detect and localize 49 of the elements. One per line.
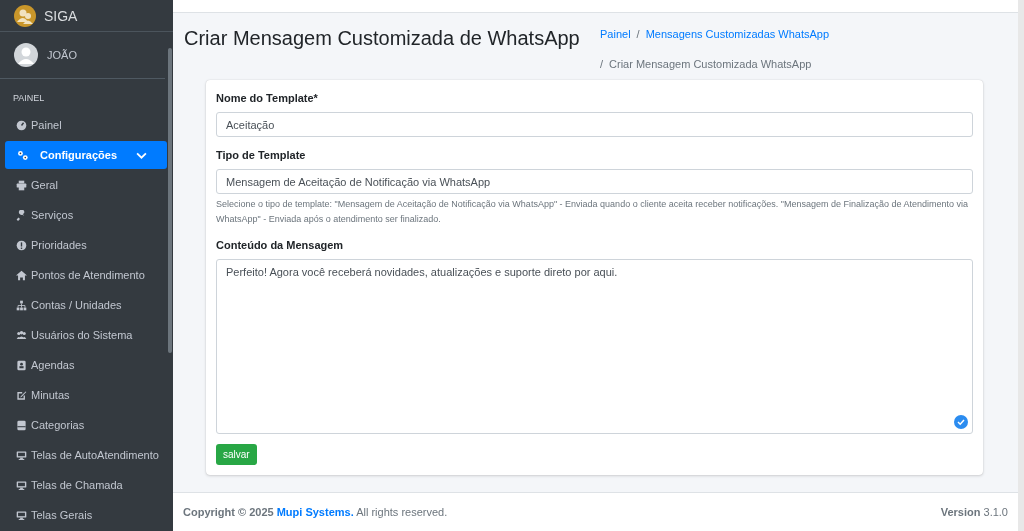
- help-text: Selecione o tipo de template: "Mensagem de Aceitação de Notificação via WhatsApp" - Enviada quando o cliente aceita receber notificações. "Mensagem de Finalização de Atendimento via WhatsApp" - Enviada após o atendimento ser finalizado.: [216, 198, 970, 226]
- exclamation-icon: [16, 239, 27, 251]
- breadcrumb-separator: /: [600, 56, 604, 72]
- sidebar-item[interactable]: Pontos de Atendimento: [5, 261, 167, 289]
- edit-icon: [16, 389, 27, 401]
- sidebar-heading: PAINEL: [12, 92, 46, 105]
- copyright-text: Copyright © 2025 Mupi Systems. All rights reserved.: [183, 506, 448, 518]
- sidebar-item[interactable]: Telas de AutoAtendimento: [5, 441, 167, 469]
- sidebar-item[interactable]: Contas / Unidades: [5, 291, 167, 319]
- message-textarea[interactable]: Perfeito! Agora você receberá novidades, atualizações e suporte direto por aqui.: [216, 259, 973, 434]
- address-book-icon: [16, 359, 27, 371]
- sidebar-item[interactable]: Agendas: [5, 351, 167, 379]
- gears-icon: [17, 149, 28, 161]
- check-icon[interactable]: [954, 415, 968, 429]
- field-label: Tipo de Template: [216, 149, 307, 161]
- dashboard-icon: [16, 119, 27, 131]
- brand-name[interactable]: SIGA: [44, 7, 78, 24]
- breadcrumb-link[interactable]: Painel: [600, 27, 631, 51]
- house-icon: [16, 269, 27, 281]
- sidebar-item[interactable]: Prioridades: [5, 231, 167, 259]
- hierarchy-icon: [16, 299, 27, 311]
- user-name[interactable]: JOÃO: [47, 49, 77, 61]
- printer-icon: [16, 179, 27, 191]
- sidebar-item[interactable]: Painel: [5, 111, 167, 139]
- monitor-icon: [16, 479, 27, 491]
- sidebar-item[interactable]: Serviços: [5, 201, 167, 229]
- logo-icon: [14, 4, 36, 27]
- avatar-icon: [14, 43, 38, 67]
- company-link[interactable]: Mupi Systems.: [276, 506, 354, 518]
- input-field[interactable]: Aceitação: [216, 112, 973, 137]
- sidebar-item[interactable]: Usuários do Sistema: [5, 321, 167, 349]
- breadcrumb-link[interactable]: Mensagens Customizadas WhatsApp: [645, 27, 830, 51]
- field-label: Conteúdo da Mensagem: [216, 239, 345, 251]
- page-title: Criar Mensagem Customizada de WhatsApp: [184, 26, 581, 51]
- field-label: Nome do Template*: [216, 92, 319, 104]
- select-field[interactable]: Mensagem de Aceitação de Notificação via WhatsApp: [216, 169, 973, 194]
- book-icon: [16, 419, 27, 431]
- sidebar-item[interactable]: Telas Gerais: [5, 501, 167, 529]
- monitor-icon: [16, 509, 27, 521]
- sidebar-item[interactable]: Telas de Chamada: [5, 471, 167, 499]
- users-icon: [16, 329, 27, 341]
- sidebar-item[interactable]: Minutas: [5, 381, 167, 409]
- monitor-icon: [16, 449, 27, 461]
- sidebar-item[interactable]: Categorias: [5, 411, 167, 439]
- sidebar-item[interactable]: Geral: [5, 171, 167, 199]
- breadcrumb-current: Criar Mensagem Customizada WhatsApp: [609, 56, 812, 72]
- sidebar-item[interactable]: Configurações: [5, 141, 167, 169]
- version-text: Version 3.1.0: [940, 506, 1008, 518]
- breadcrumb-separator: /: [636, 27, 640, 42]
